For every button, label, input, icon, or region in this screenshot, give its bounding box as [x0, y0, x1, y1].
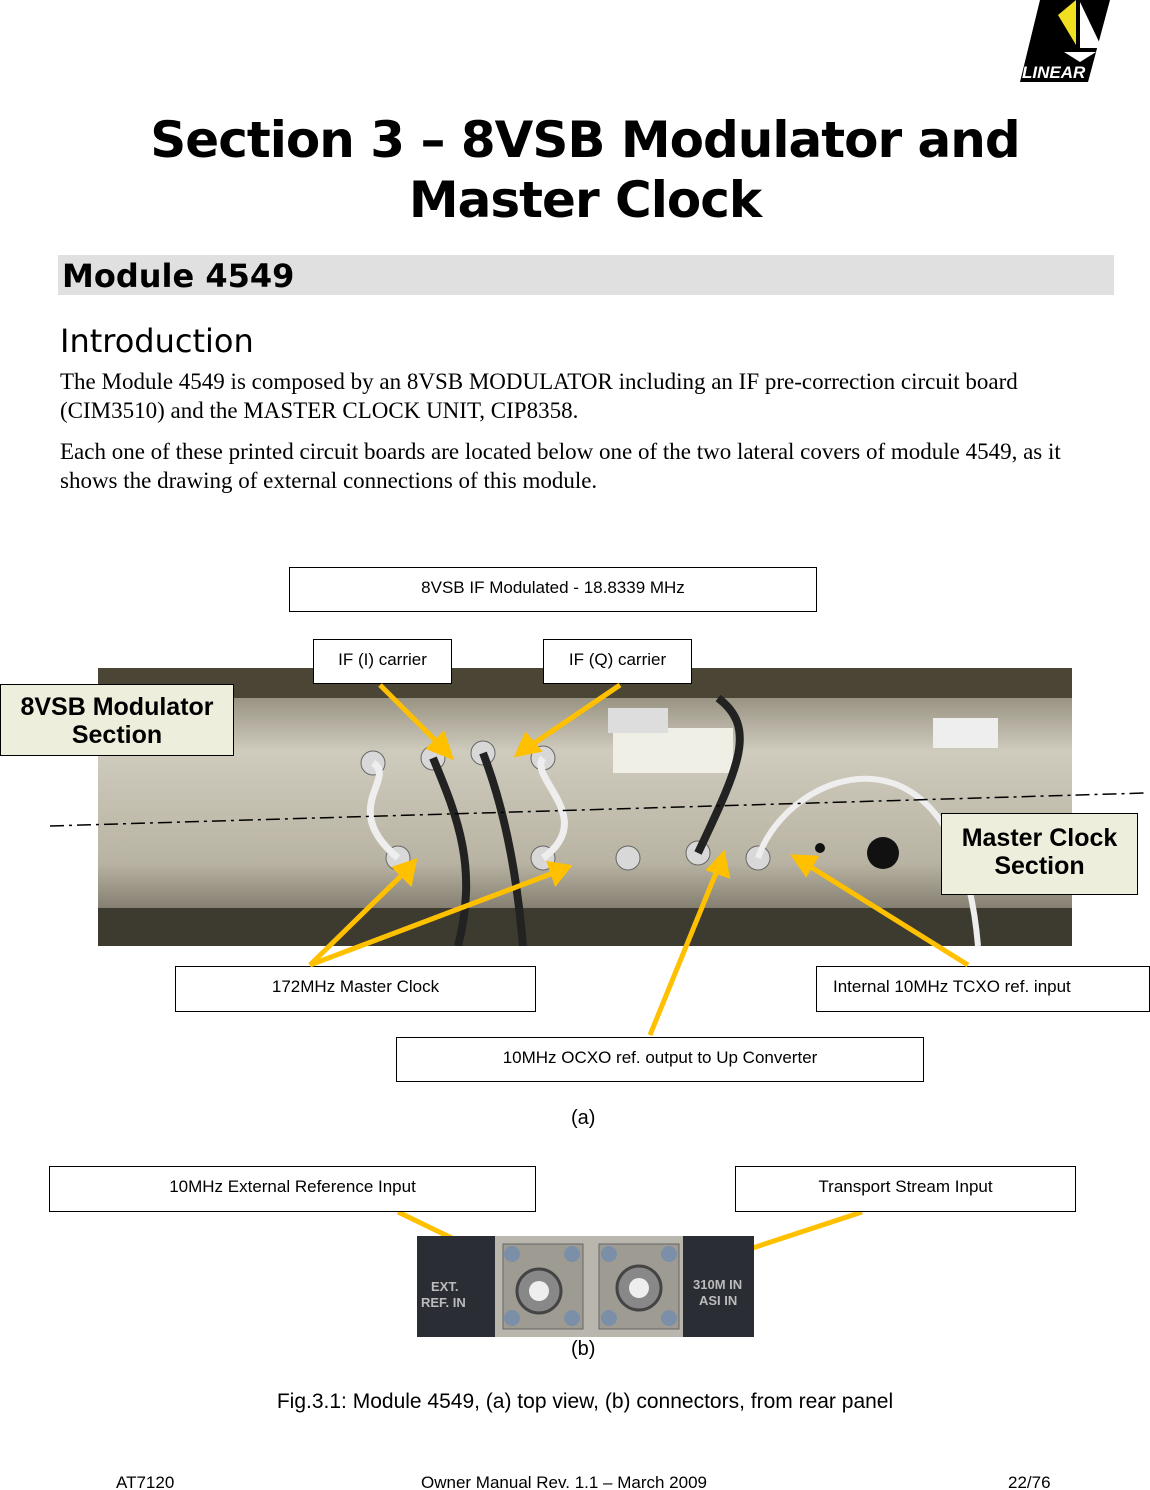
svg-text:LINEAR: LINEAR	[1022, 63, 1086, 82]
rear-panel-connectors-photo: EXT. REF. IN 310M IN ASI IN	[417, 1236, 754, 1337]
label-ext-reference-input: 10MHz External Reference Input	[49, 1166, 536, 1212]
figure-caption: Fig.3.1: Module 4549, (a) top view, (b) …	[276, 1390, 894, 1413]
label-transport-stream-input: Transport Stream Input	[735, 1166, 1076, 1212]
module-heading: Module 4549	[58, 255, 1114, 295]
paragraph: The Module 4549 is composed by an 8VSB M…	[60, 369, 1018, 423]
label-modulator-section: 8VSB Modulator Section	[0, 684, 234, 756]
intro-heading: Introduction	[60, 322, 254, 360]
label-if-i-carrier: IF (I) carrier	[313, 639, 452, 684]
label-172mhz-master-clock: 172MHz Master Clock	[175, 966, 536, 1012]
document-page: LINEAR Section 3 – 8VSB Modulator and Ma…	[0, 0, 1150, 1490]
paragraph: Each one of these printed circuit boards…	[60, 439, 1061, 493]
label-if-q-carrier: IF (Q) carrier	[543, 639, 692, 684]
label-master-clock-section: Master Clock Section	[941, 813, 1138, 895]
label-ocxo-output: 10MHz OCXO ref. output to Up Converter	[396, 1037, 924, 1082]
caption-a: (a)	[571, 1107, 596, 1129]
label-if-modulated: 8VSB IF Modulated - 18.8339 MHz	[289, 567, 817, 612]
module-top-view-photo	[98, 668, 1072, 946]
linear-logo: LINEAR	[1020, 0, 1110, 82]
footer-page-number: 22/76	[1008, 1473, 1051, 1490]
panel-text-310m-asi: 310M IN ASI IN	[693, 1277, 742, 1308]
footer-revision: Owner Manual Rev. 1.1 – March 2009	[421, 1473, 707, 1490]
page-title: Section 3 – 8VSB Modulator and Master Cl…	[150, 111, 1020, 229]
footer-document-id: AT7120	[116, 1473, 175, 1490]
caption-b: (b)	[571, 1338, 596, 1360]
label-tcxo-input: Internal 10MHz TCXO ref. input	[816, 966, 1150, 1012]
